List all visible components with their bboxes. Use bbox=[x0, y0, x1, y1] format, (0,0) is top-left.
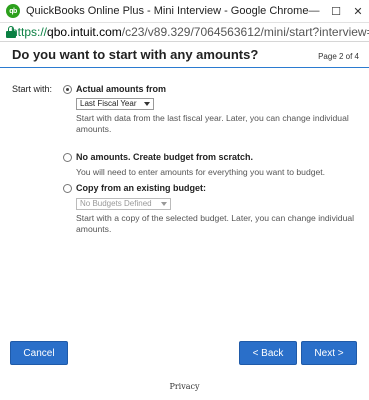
window-titlebar: qb QuickBooks Online Plus - Mini Intervi… bbox=[0, 0, 369, 22]
option-copy-budget-description: Start with a copy of the selected budget… bbox=[76, 213, 355, 234]
page-indicator: Page 2 of 4 bbox=[318, 52, 359, 61]
privacy-link[interactable]: Privacy bbox=[0, 382, 369, 391]
chevron-down-icon bbox=[161, 202, 167, 206]
start-with-label: Start with: bbox=[12, 84, 53, 94]
chevron-down-icon bbox=[144, 102, 150, 106]
close-button[interactable]: ✕ bbox=[347, 0, 369, 22]
option-copy-budget-label[interactable]: Copy from an existing budget: bbox=[76, 183, 206, 193]
radio-copy-budget[interactable] bbox=[63, 184, 72, 193]
option-actual-amounts-description: Start with data from the last fiscal yea… bbox=[76, 113, 349, 134]
radio-actual-amounts[interactable] bbox=[63, 85, 72, 94]
page-title: Do you want to start with any amounts? bbox=[12, 47, 259, 62]
logo-text: qb bbox=[9, 7, 17, 15]
window-title: QuickBooks Online Plus - Mini Interview … bbox=[26, 5, 309, 17]
existing-budget-select[interactable]: No Budgets Defined bbox=[76, 198, 171, 210]
option-actual-amounts-label[interactable]: Actual amounts from bbox=[76, 84, 166, 94]
next-button[interactable]: Next > bbox=[301, 341, 357, 365]
cancel-button[interactable]: Cancel bbox=[10, 341, 68, 365]
address-bar[interactable]: https://qbo.intuit.com/c23/v89.329/70645… bbox=[0, 22, 369, 42]
option-no-amounts-label[interactable]: No amounts. Create budget from scratch. bbox=[76, 152, 253, 162]
page-header: Do you want to start with any amounts? P… bbox=[0, 42, 369, 68]
option-no-amounts-description: You will need to enter amounts for every… bbox=[76, 167, 326, 177]
window-controls: — ☐ ✕ bbox=[303, 0, 369, 22]
fiscal-year-select-value: Last Fiscal Year bbox=[80, 99, 137, 108]
maximize-button[interactable]: ☐ bbox=[325, 0, 347, 22]
minimize-button[interactable]: — bbox=[303, 0, 325, 22]
quickbooks-logo-icon: qb bbox=[6, 4, 20, 18]
fiscal-year-select[interactable]: Last Fiscal Year bbox=[76, 98, 154, 110]
url-scheme: https:// bbox=[11, 25, 48, 39]
url-host: qbo.intuit.com bbox=[47, 25, 122, 39]
back-button[interactable]: < Back bbox=[239, 341, 297, 365]
radio-no-amounts[interactable] bbox=[63, 153, 72, 162]
url-path: /c23/v89.329/7064563612/mini/start?inter… bbox=[121, 25, 369, 39]
url-text[interactable]: https://qbo.intuit.com/c23/v89.329/70645… bbox=[11, 25, 369, 39]
existing-budget-select-value: No Budgets Defined bbox=[80, 199, 152, 208]
